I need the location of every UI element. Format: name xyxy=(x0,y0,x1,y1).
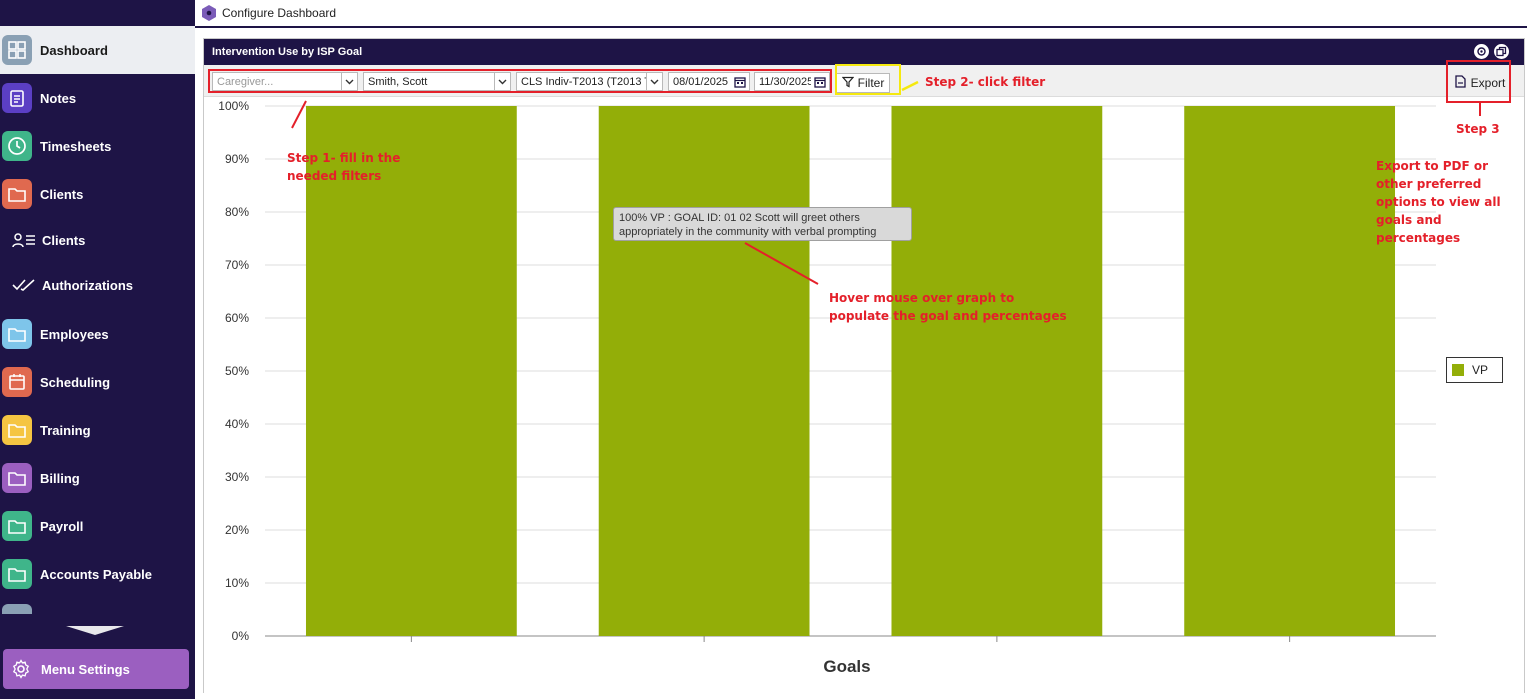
y-tick-label: 10% xyxy=(225,576,249,590)
chart-tooltip: 100% VP : GOAL ID: 01 02 Scott will gree… xyxy=(613,207,912,241)
step3-highlight-box xyxy=(1446,60,1511,103)
restore-window-icon[interactable] xyxy=(1494,44,1509,59)
y-tick-label: 30% xyxy=(225,470,249,484)
sidebar-subitem-clients[interactable]: Clients xyxy=(0,220,195,260)
step2-highlight-box xyxy=(835,64,901,95)
folder-icon xyxy=(2,179,32,209)
chart-bar[interactable] xyxy=(305,106,517,636)
top-bar: Configure Dashboard xyxy=(195,0,1527,28)
panel-title: Intervention Use by ISP Goal xyxy=(212,46,363,58)
menu-settings-button[interactable]: Menu Settings xyxy=(3,649,189,689)
y-tick-label: 90% xyxy=(225,152,249,166)
page-title[interactable]: Configure Dashboard xyxy=(222,6,336,20)
sidebar-item-billing[interactable]: Billing xyxy=(0,454,195,502)
user-list-icon xyxy=(12,232,40,248)
clipboard-icon xyxy=(2,83,32,113)
y-tick-label: 80% xyxy=(225,205,249,219)
chart-bar[interactable] xyxy=(891,106,1103,636)
sidebar-item-label: Timesheets xyxy=(40,138,112,154)
grid-icon xyxy=(2,35,32,65)
y-tick-label: 70% xyxy=(225,258,249,272)
sidebar-item-label: Notes xyxy=(40,90,77,106)
step3-annotation: Step 3 xyxy=(1456,122,1500,136)
sidebar-subitem-authorizations[interactable]: Authorizations xyxy=(0,265,195,305)
bar-chart[interactable]: 0% 10% 20% 30% 40% 50% 60% 70% 80% 90% 100% xyxy=(204,97,1524,693)
sidebar-item-notes[interactable]: Notes xyxy=(0,74,195,122)
folder-icon xyxy=(2,415,32,445)
export-note-annotation: Export to PDF or other preferred options… xyxy=(1376,159,1501,245)
folder-icon xyxy=(2,463,32,493)
settings-icon[interactable] xyxy=(1474,44,1489,59)
sidebar-item-employees[interactable]: Employees xyxy=(0,310,195,358)
configure-hex-icon[interactable] xyxy=(200,4,218,22)
sidebar-item-scheduling[interactable]: Scheduling xyxy=(0,358,195,406)
clock-icon xyxy=(2,131,32,161)
sidebar-item-label: Accounts Payable xyxy=(40,566,152,582)
panel-header: Intervention Use by ISP Goal xyxy=(204,39,1524,65)
sidebar-item-training[interactable]: Training xyxy=(0,406,195,454)
double-check-icon xyxy=(12,278,40,292)
step2-annotation: Step 2- click filter xyxy=(925,75,1046,89)
legend-swatch xyxy=(1452,364,1464,376)
sidebar-item-label: Authorizations xyxy=(42,277,133,293)
calendar-icon xyxy=(2,367,32,397)
y-tick-label: 100% xyxy=(218,99,249,113)
sidebar-item-label: Scheduling xyxy=(40,374,111,390)
step1-highlight-box xyxy=(208,69,832,93)
sidebar-item-label: Clients xyxy=(40,186,84,202)
sidebar-item-timesheets[interactable]: Timesheets xyxy=(0,122,195,170)
sidebar-item-label: Training xyxy=(40,422,91,438)
folder-icon xyxy=(2,559,32,589)
sidebar-item-clients[interactable]: Clients xyxy=(0,170,195,218)
folder-icon xyxy=(2,319,32,349)
sidebar-item-label: Dashboard xyxy=(40,42,108,58)
sidebar: Dashboard Notes Timesheets Clients Clien xyxy=(0,0,195,699)
sidebar-item-label: Billing xyxy=(40,470,80,486)
dashboard-panel: Intervention Use by ISP Goal Caregiver..… xyxy=(203,38,1525,693)
partial-menu-icon xyxy=(2,604,32,614)
legend-label: VP xyxy=(1472,363,1489,377)
sidebar-item-label: Employees xyxy=(40,326,109,342)
chart-area[interactable]: 0% 10% 20% 30% 40% 50% 60% 70% 80% 90% 100% Goals … xyxy=(204,97,1524,693)
x-axis-title: Goals xyxy=(823,657,871,676)
y-tick-label: 20% xyxy=(225,523,249,537)
y-tick-label: 40% xyxy=(225,417,249,431)
folder-icon xyxy=(2,511,32,541)
sidebar-item-dashboard[interactable]: Dashboard xyxy=(0,26,195,74)
sidebar-item-payroll[interactable]: Payroll xyxy=(0,502,195,550)
scroll-down-arrow-icon[interactable] xyxy=(66,626,124,635)
sidebar-item-label: Payroll xyxy=(40,518,84,534)
y-tick-label: 0% xyxy=(232,629,250,643)
hover-note-annotation: Hover mouse over graph to populate the g… xyxy=(829,291,1067,323)
sidebar-item-label: Clients xyxy=(42,232,86,248)
menu-settings-label: Menu Settings xyxy=(41,661,130,677)
step1-annotation: Step 1- fill in the needed filters xyxy=(287,151,401,183)
y-tick-label: 50% xyxy=(225,364,249,378)
chart-bar[interactable] xyxy=(1184,106,1396,636)
y-tick-label: 60% xyxy=(225,311,249,325)
sidebar-item-accounts-payable[interactable]: Accounts Payable xyxy=(0,550,195,598)
chart-bar[interactable] xyxy=(598,106,810,636)
gear-icon xyxy=(9,657,33,681)
chart-legend[interactable]: VP xyxy=(1446,357,1503,383)
